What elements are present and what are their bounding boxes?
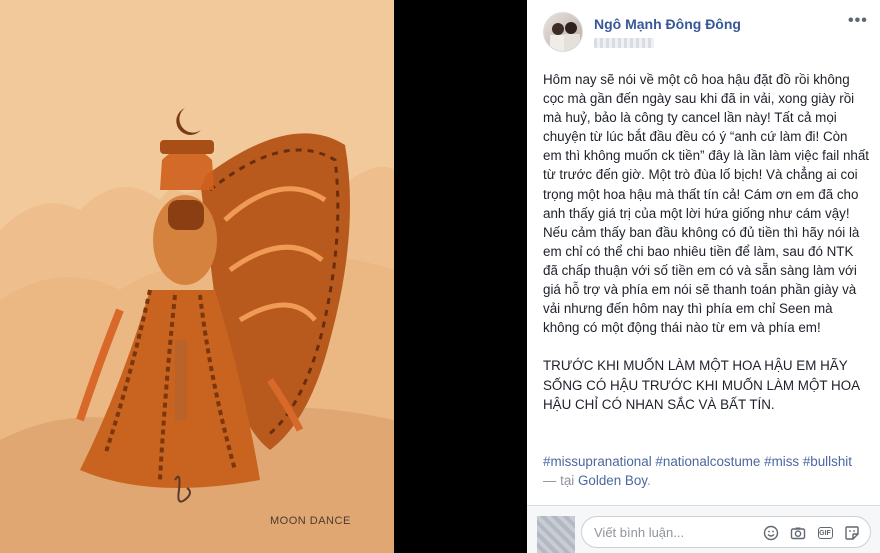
place-prefix: — tại: [543, 473, 575, 489]
place-suffix: .: [646, 473, 651, 489]
avatar-graphic: [550, 22, 580, 51]
post-header: Ngô Mạnh Đông Đông •••: [527, 0, 880, 60]
post-hashtags: #missupranational #nationalcostume #miss…: [543, 452, 873, 490]
emoji-icon[interactable]: [762, 524, 780, 542]
author-avatar[interactable]: [543, 12, 583, 52]
current-user-avatar: [537, 516, 575, 553]
gif-icon[interactable]: GIF: [816, 524, 834, 542]
sticker-icon[interactable]: [843, 524, 861, 542]
illustration-graphic: [0, 30, 394, 553]
post-panel: Ngô Mạnh Đông Đông ••• Hôm nay sẽ nói về…: [527, 0, 880, 553]
hashtag-link[interactable]: #missupranational: [543, 454, 652, 469]
comment-input[interactable]: Viết bình luận... GIF: [581, 516, 871, 548]
hashtag-link[interactable]: #bullshit: [803, 454, 852, 469]
costume-illustration: MOON DANCE: [0, 0, 394, 553]
comment-composer: Viết bình luận... GIF: [527, 506, 880, 553]
artwork-caption: MOON DANCE: [270, 515, 351, 527]
hashtag-link[interactable]: #nationalcostume: [655, 454, 760, 469]
comment-placeholder: Viết bình luận...: [594, 525, 685, 540]
more-options-icon[interactable]: •••: [848, 12, 868, 30]
camera-icon[interactable]: [789, 524, 807, 542]
post-meta-blurred: [594, 38, 654, 48]
post-body: Hôm nay sẽ nói về một cô hoa hậu đặt đồ …: [543, 72, 870, 412]
hashtag-link[interactable]: #miss: [764, 454, 799, 469]
author-name[interactable]: Ngô Mạnh Đông Đông: [594, 16, 741, 32]
photo-viewer: MOON DANCE: [0, 0, 527, 553]
place-link[interactable]: Golden Boy: [578, 473, 647, 488]
comment-icons: GIF: [762, 524, 861, 542]
